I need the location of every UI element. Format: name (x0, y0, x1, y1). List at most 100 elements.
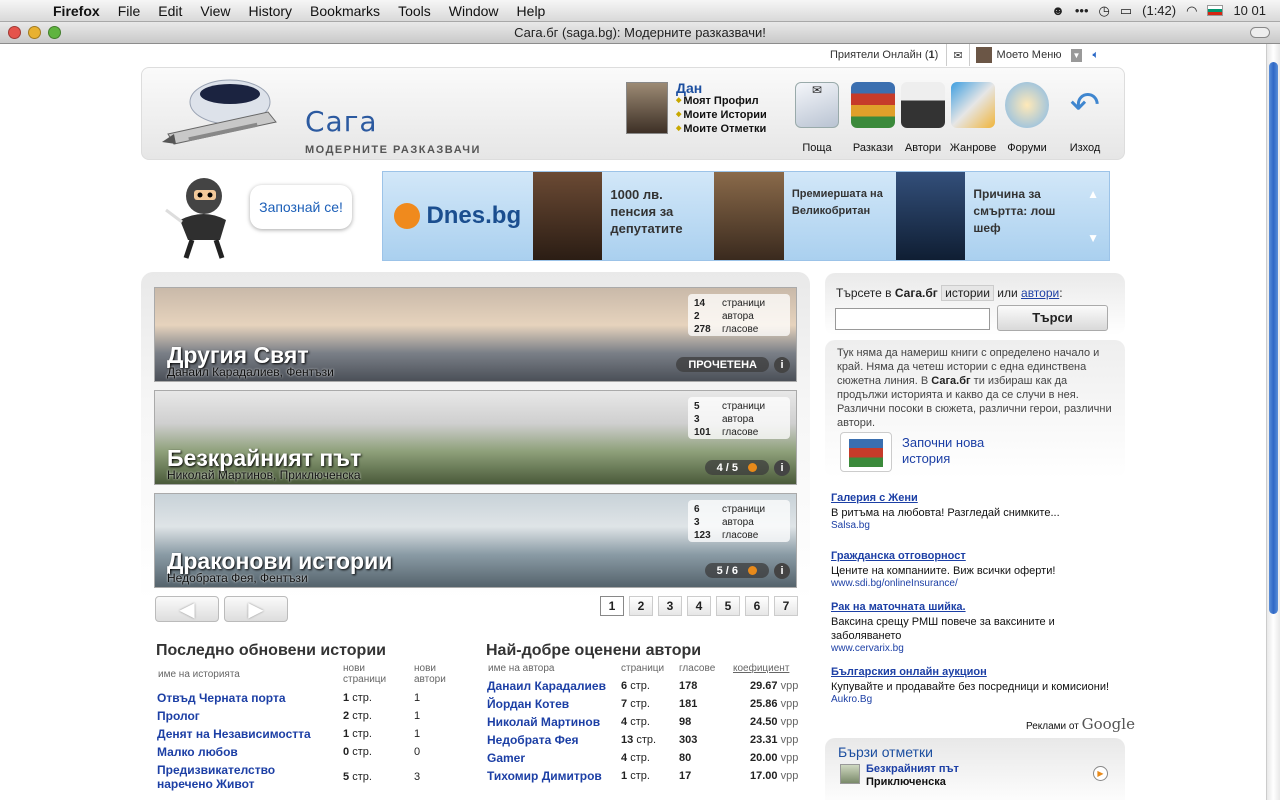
logo-text[interactable]: Сага (305, 105, 378, 138)
author-link[interactable]: Тихомир Димитров (487, 769, 602, 783)
dots-icon[interactable]: ••• (1075, 3, 1089, 18)
ad-banner[interactable]: Dnes.bg 1000 лв. пенсия за депутатите Пр… (382, 171, 1110, 261)
ad-url[interactable]: Aukro.Bg (831, 694, 872, 705)
story-card[interactable]: 5 страници 3 автора 101 гласове Безкрайният… (154, 390, 797, 485)
robot-icon[interactable]: ☻ (1051, 3, 1065, 18)
quick-bookmark-item[interactable]: Безкрайният път Приключенска (866, 763, 959, 789)
ad-title[interactable]: Рак на маточната шийка. (831, 601, 966, 613)
info-icon[interactable]: i (774, 460, 790, 476)
search-input[interactable] (835, 308, 990, 330)
recent-story-link[interactable]: Денят на Независимостта (157, 727, 311, 741)
friends-online[interactable]: Приятели Онлайн (1) (830, 49, 946, 61)
menu-help[interactable]: Help (508, 3, 555, 19)
play-icon[interactable]: ▶ (1093, 766, 1108, 781)
new-story-books-icon[interactable] (840, 432, 892, 472)
menu-file[interactable]: File (109, 3, 150, 19)
vertical-scrollbar[interactable] (1266, 44, 1280, 800)
author-link[interactable]: Недобрата Фея (487, 733, 579, 747)
wifi-icon[interactable]: ◠ (1186, 3, 1197, 19)
bookmark-thumb[interactable] (840, 764, 860, 784)
my-menu[interactable]: Моето Меню ▼ (968, 44, 1089, 66)
page-4[interactable]: 4 (687, 596, 711, 616)
recent-story-link[interactable]: Предизвикателство наречено Живот (157, 763, 327, 791)
minimize-icon[interactable] (28, 26, 41, 39)
clock[interactable]: 10 01 (1233, 3, 1266, 18)
banner-headline[interactable]: Премиершата на Великобритан (784, 172, 896, 260)
banner-headline[interactable]: 1000 лв. пенсия за депутатите (602, 172, 714, 260)
next-icon[interactable] (748, 463, 757, 472)
banner-photo[interactable] (714, 172, 784, 260)
info-icon[interactable]: i (774, 357, 790, 373)
ad-title[interactable]: Галерия с Жени (831, 492, 918, 504)
recent-story-link[interactable]: Малко любов (157, 745, 238, 759)
banner-headline[interactable]: Причина за смъртта: лош шеф (965, 172, 1077, 260)
flag-icon[interactable] (1207, 5, 1224, 16)
ad-title[interactable]: Гражданска отговорност (831, 550, 966, 562)
search-button[interactable]: Търси (997, 305, 1108, 331)
banner-photo[interactable] (532, 172, 603, 260)
close-icon[interactable] (8, 26, 21, 39)
prev-page-button[interactable]: ◀ (155, 596, 219, 622)
arrow-up-icon[interactable]: ▲ (1087, 187, 1099, 201)
recent-story-link[interactable]: Пролог (157, 709, 200, 723)
nav-logout[interactable]: ↶ Изход (1057, 82, 1113, 154)
ad-title[interactable]: Българския онлайн аукцион (831, 666, 987, 678)
menu-view[interactable]: View (191, 3, 239, 19)
ad-url[interactable]: www.cervarix.bg (831, 643, 904, 654)
menu-edit[interactable]: Edit (149, 3, 191, 19)
chevron-down-icon[interactable]: ▼ (1070, 48, 1083, 62)
dnes-logo[interactable]: Dnes.bg (383, 172, 533, 260)
page-6[interactable]: 6 (745, 596, 769, 616)
progress-badge[interactable]: 4 / 5 (704, 460, 769, 475)
author-link[interactable]: Данаил Карадалиев (487, 679, 606, 693)
time-machine-icon[interactable]: ◷ (1099, 3, 1110, 19)
page-5[interactable]: 5 (716, 596, 740, 616)
author-link[interactable]: Gamer (487, 751, 525, 765)
page-1[interactable]: 1 (600, 596, 624, 616)
menu-window[interactable]: Window (440, 3, 508, 19)
meet-us-button[interactable]: Запознай се! (250, 185, 352, 229)
recent-story-link[interactable]: Отвъд Черната порта (157, 691, 286, 705)
battery-icon[interactable]: ▭ (1120, 3, 1132, 19)
menu-history[interactable]: History (239, 3, 301, 19)
ads-by-google[interactable]: Реклами от Google (1026, 715, 1135, 733)
mail-icon[interactable]: ✉ (946, 44, 968, 66)
next-icon[interactable] (748, 566, 757, 575)
author-link[interactable]: Йордан Котев (487, 697, 569, 711)
menu-tools[interactable]: Tools (389, 3, 440, 19)
banner-photo[interactable] (895, 172, 966, 260)
ad-url[interactable]: www.sdi.bg/onlineInsurance/ (831, 578, 958, 589)
menu-app[interactable]: Firefox (44, 3, 109, 19)
nav-forums[interactable]: Форуми (999, 82, 1055, 154)
arrow-down-icon[interactable]: ▼ (1087, 231, 1099, 245)
ad-url[interactable]: Salsa.bg (831, 520, 870, 531)
next-page-button[interactable]: ▶ (224, 596, 288, 622)
scroll-thumb[interactable] (1269, 62, 1278, 614)
my-stories-link[interactable]: Моите Истории (676, 108, 766, 122)
menu-bookmarks[interactable]: Bookmarks (301, 3, 389, 19)
new-story-link[interactable]: Започни нова история (902, 435, 1002, 467)
page-7[interactable]: 7 (774, 596, 798, 616)
toolbar-toggle-icon[interactable] (1250, 27, 1270, 38)
zoom-icon[interactable] (48, 26, 61, 39)
search-scope-stories[interactable]: истории (941, 285, 994, 301)
col-coefficient[interactable]: коефициент (733, 663, 789, 674)
pen-logo-icon[interactable] (158, 72, 298, 154)
page-3[interactable]: 3 (658, 596, 682, 616)
nav-stories[interactable]: Разкази (845, 82, 901, 154)
my-bookmarks-link[interactable]: Моите Отметки (676, 122, 767, 136)
author-link[interactable]: Николай Мартинов (487, 715, 600, 729)
info-icon[interactable]: i (774, 563, 790, 579)
ninja-mascot-icon[interactable] (160, 170, 240, 260)
progress-badge[interactable]: 5 / 6 (704, 563, 769, 578)
user-avatar[interactable] (626, 82, 668, 134)
nav-mail[interactable]: ✉ Поща (789, 82, 845, 154)
nav-authors[interactable]: Автори (895, 82, 951, 154)
story-card[interactable]: 14 страници 2 автора 278 гласове Другия Свя… (154, 287, 797, 382)
my-profile-link[interactable]: Моят Профил (676, 94, 767, 108)
page-2[interactable]: 2 (629, 596, 653, 616)
story-card[interactable]: 6 страници 3 автора 123 гласове Драконови и… (154, 493, 797, 588)
nav-genres[interactable]: Жанрове (945, 82, 1001, 154)
speaker-icon[interactable]: 🔈︎ (1092, 49, 1099, 62)
search-scope-authors[interactable]: автори (1021, 286, 1059, 300)
